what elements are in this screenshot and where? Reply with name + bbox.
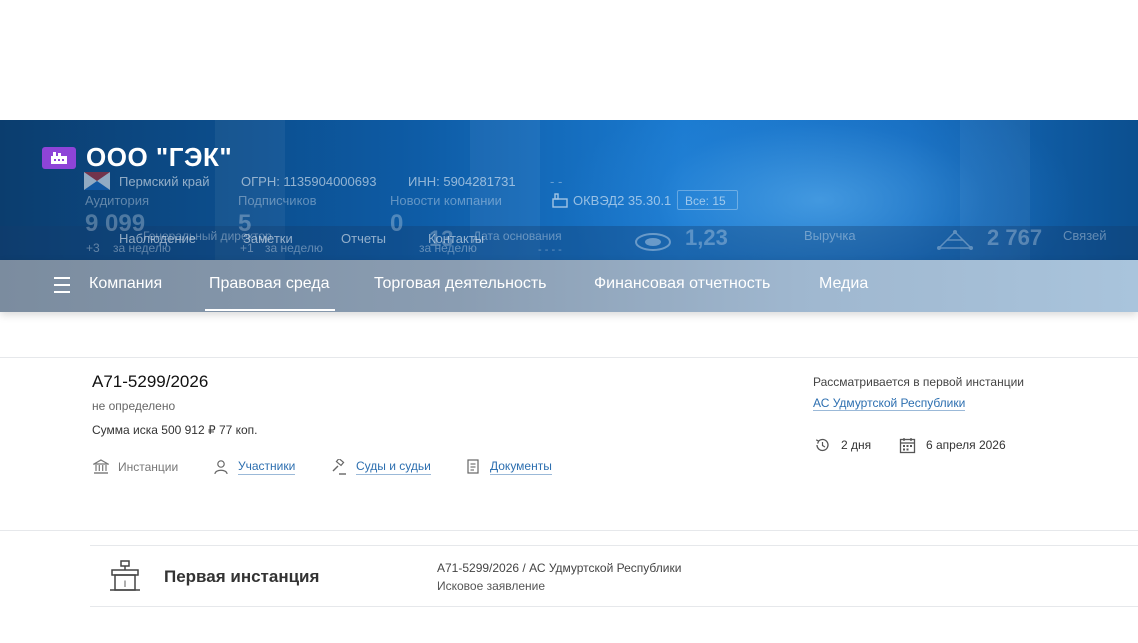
stat-news-value: 0 xyxy=(390,210,404,237)
gavel-icon xyxy=(330,458,348,476)
stat-links-label: Связей xyxy=(1063,228,1107,243)
case-tab-instances-label: Инстанции xyxy=(118,460,179,474)
stat-subscribers-label: Подписчиков xyxy=(238,193,317,208)
stat-week-1: за неделю xyxy=(113,241,171,255)
instance-top-border xyxy=(90,545,1138,546)
nav-item-legal[interactable]: Правовая среда xyxy=(209,275,330,293)
svg-text:I: I xyxy=(124,579,127,589)
case-divider xyxy=(0,530,1138,531)
case-tab-courts[interactable]: Суды и судьи xyxy=(330,458,431,476)
case-date: 6 апреля 2026 xyxy=(898,436,1006,454)
stat-audience-label: Аудитория xyxy=(85,193,150,208)
nav-item-media[interactable]: Медиа xyxy=(819,275,868,293)
company-okved: ОКВЭД2 35.30.1 xyxy=(573,193,672,208)
first-instance-title: Первая инстанция xyxy=(164,567,320,586)
stat-rating-value: 1,23 xyxy=(685,225,728,250)
case-status: не определено xyxy=(92,399,176,413)
section-nav: Компания Правовая среда Торговая деятель… xyxy=(0,260,1138,312)
stat-revenue-label: Выручка xyxy=(804,228,856,243)
case-sum: Сумма иска 500 912 ₽ 77 коп. xyxy=(92,423,258,437)
case-duration: 2 дня xyxy=(813,436,871,454)
factory-icon xyxy=(51,152,67,164)
rating-icon xyxy=(635,233,671,251)
section-divider xyxy=(0,357,1138,358)
case-duration-value: 2 дня xyxy=(841,438,872,452)
nav-active-underline xyxy=(205,309,335,311)
company-ogrn: ОГРН: 1135904000693 xyxy=(241,174,377,189)
okved-factory-icon xyxy=(552,193,568,208)
okved-all-label: Все: 15 xyxy=(685,194,726,208)
case-tab-courts-label: Суды и судьи xyxy=(356,459,431,475)
first-instance-type: Исковое заявление xyxy=(437,579,546,593)
stat-plus-1: +3 xyxy=(86,241,100,255)
region-flag-icon xyxy=(84,172,110,190)
nav-item-trade[interactable]: Торговая деятельность xyxy=(374,275,547,293)
first-instance-ref: А71-5299/2026 / АС Удмуртской Республики xyxy=(437,561,682,575)
stat-founded-label: Дата основания xyxy=(473,229,562,243)
stat-founded-value: - - - - xyxy=(538,244,562,256)
history-clock-icon xyxy=(813,436,831,454)
company-dash: - - xyxy=(550,174,563,189)
stat-links-value: 2 767 xyxy=(987,225,1043,250)
user-icon xyxy=(212,458,230,476)
stat-news-label: Новости компании xyxy=(390,193,502,208)
case-number: А71-5299/2026 xyxy=(92,372,209,391)
stat-plus-2: +1 xyxy=(240,241,254,255)
instance-bottom-border xyxy=(90,606,1138,607)
case-instance-note: Рассматривается в первой инстанции xyxy=(813,375,1024,389)
case-tab-participants-label: Участники xyxy=(238,459,296,475)
links-network-icon xyxy=(937,230,973,250)
case-tab-documents-label: Документы xyxy=(490,459,552,475)
company-inn: ИНН: 5904281731 xyxy=(408,174,516,189)
first-instance-court-icon: I xyxy=(110,560,140,591)
document-icon xyxy=(464,458,482,476)
company-region: Пермский край xyxy=(119,174,210,189)
menu-hamburger-icon[interactable] xyxy=(54,277,70,293)
case-court-link[interactable]: АС Удмуртской Республики xyxy=(813,396,966,411)
case-date-value: 6 апреля 2026 xyxy=(926,438,1006,452)
case-tab-documents[interactable]: Документы xyxy=(464,458,552,476)
company-logo-icon xyxy=(42,147,76,169)
case-tab-participants[interactable]: Участники xyxy=(212,458,296,476)
nav-item-finance[interactable]: Финансовая отчетность xyxy=(594,275,770,293)
company-name: ООО "ГЭК" xyxy=(86,142,233,172)
page-root: ООО "ГЭК" Пермский край ОГРН: 1135904000… xyxy=(0,0,1138,643)
action-reports[interactable]: Отчеты xyxy=(341,231,386,246)
stat-week-2: за неделю xyxy=(265,241,323,255)
company-banner: ООО "ГЭК" Пермский край ОГРН: 1135904000… xyxy=(0,120,1138,260)
stat-contacts-value: 13 xyxy=(429,226,454,251)
nav-item-company[interactable]: Компания xyxy=(89,275,162,293)
case-tab-instances[interactable]: Инстанции xyxy=(92,458,178,476)
courthouse-icon xyxy=(92,458,110,476)
calendar-icon xyxy=(898,436,916,454)
